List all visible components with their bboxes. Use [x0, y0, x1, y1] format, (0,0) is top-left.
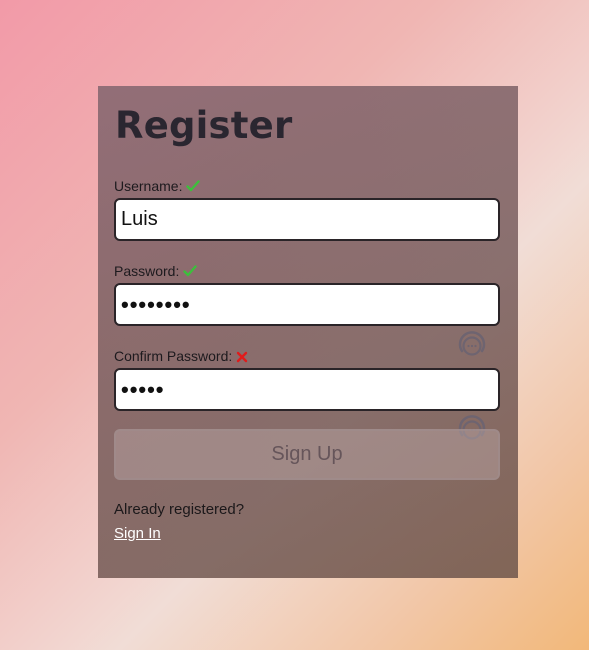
password-label-text: Password: [114, 263, 180, 279]
confirm-password-label: Confirm Password: [114, 348, 248, 364]
sign-up-button[interactable]: Sign Up [114, 429, 500, 480]
password-manager-icon[interactable] [456, 329, 488, 361]
check-icon [183, 264, 198, 278]
sign-in-link[interactable]: Sign In [114, 525, 161, 542]
password-input[interactable] [114, 283, 500, 326]
x-icon [236, 350, 248, 363]
password-label: Password: [114, 263, 198, 279]
confirm-password-label-text: Confirm Password: [114, 348, 233, 364]
check-icon [186, 179, 201, 193]
register-card: Register Username: Password: Confirm Pas… [98, 86, 518, 578]
username-input[interactable] [114, 198, 500, 241]
username-label: Username: [114, 178, 201, 194]
page-title: Register [115, 104, 293, 147]
confirm-password-input[interactable] [114, 368, 500, 411]
username-label-text: Username: [114, 178, 183, 194]
already-registered-text: Already registered? [114, 501, 245, 518]
